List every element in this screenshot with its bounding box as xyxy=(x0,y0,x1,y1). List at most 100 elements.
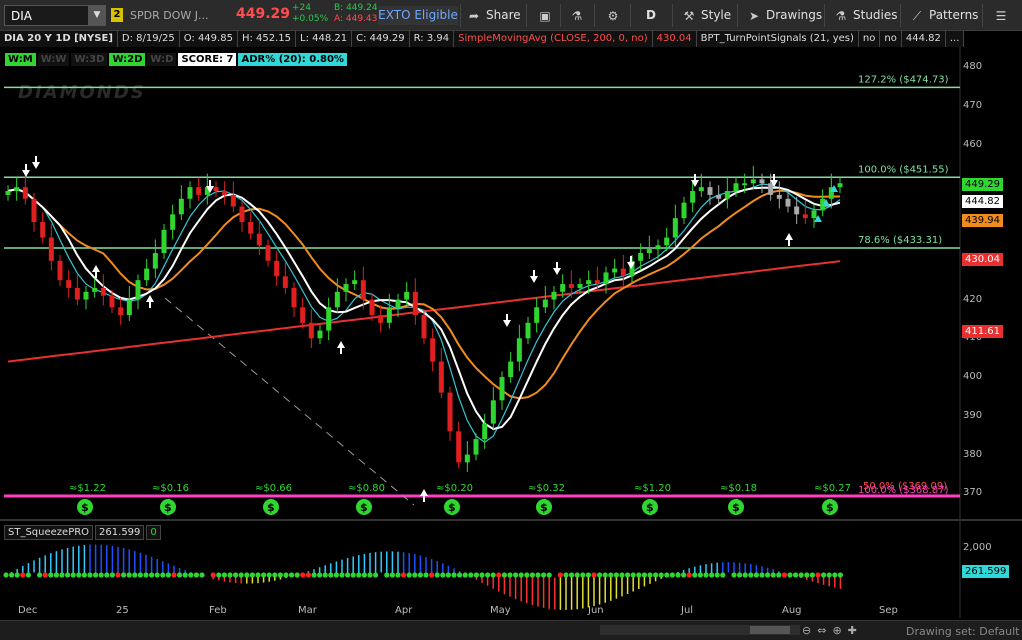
squeeze-dot xyxy=(641,572,648,578)
squeeze-dot xyxy=(574,572,580,578)
squeeze-dot xyxy=(793,572,799,578)
squeeze-dot xyxy=(440,572,446,578)
candle-body xyxy=(820,198,826,211)
link-group-badge[interactable]: 2 xyxy=(111,8,123,22)
squeeze-dot xyxy=(37,572,43,578)
lab-button[interactable]: ⚗ xyxy=(570,4,584,27)
squeeze-dot xyxy=(703,572,709,578)
toolbar-divider xyxy=(594,4,595,27)
squeeze-dot xyxy=(205,572,211,578)
squeeze-dot xyxy=(653,572,659,578)
squeeze-dot xyxy=(216,572,222,578)
candle-body xyxy=(74,287,80,300)
candle-body xyxy=(620,268,626,277)
arrow-down-icon xyxy=(206,180,214,193)
squeeze-dot xyxy=(210,572,216,578)
time-scrollbar[interactable] xyxy=(600,625,800,635)
studies-button[interactable]: ⚗ Studies xyxy=(834,4,898,27)
squeeze-dot xyxy=(104,572,110,578)
squeeze-dot xyxy=(821,572,827,578)
more-studies[interactable]: ... xyxy=(945,31,965,47)
price-chart[interactable]: DIAMONDS 127.2% ($474.73) 100.0% ($451.55… xyxy=(0,0,1022,640)
exto-eligible-button[interactable]: EXTO Eligible xyxy=(378,6,458,25)
style-label: Style xyxy=(701,8,732,22)
zoom-out-icon[interactable]: ⊖ xyxy=(802,624,817,637)
time-label: May xyxy=(490,605,511,616)
sma-study-value: 430.04 xyxy=(652,31,697,47)
candle-body xyxy=(300,307,306,323)
arrow-up-icon xyxy=(822,199,830,206)
squeeze-dot xyxy=(675,572,681,578)
moving-average-line xyxy=(7,183,841,443)
candlesticks xyxy=(5,165,843,473)
squeeze-axis-value: 261.599 xyxy=(962,565,1010,578)
squeeze-dot xyxy=(731,572,737,578)
dividend-icon xyxy=(77,499,93,515)
squeeze-dot xyxy=(160,572,166,578)
drawing-set-label[interactable]: Drawing set: Default xyxy=(906,625,1019,638)
score-tag: SCORE: 7 xyxy=(178,53,237,66)
candle-body xyxy=(187,187,193,199)
arrow-down-icon xyxy=(22,164,30,177)
squeeze-dot xyxy=(389,572,395,578)
scrollbar-thumb[interactable] xyxy=(750,626,790,634)
flask-icon: ⚗ xyxy=(571,8,583,23)
zoom-in-icon[interactable]: ⊕ xyxy=(832,624,847,637)
toolbar-divider xyxy=(824,4,825,27)
sma-study-label[interactable]: SimpleMovingAvg (CLOSE, 200, 0, no) xyxy=(454,31,653,47)
expand-icon[interactable]: ⇔ xyxy=(817,624,832,637)
arrow-up-icon xyxy=(830,185,838,192)
candle-body xyxy=(66,280,72,288)
toolbar-divider xyxy=(630,4,631,27)
candle-body xyxy=(525,322,531,339)
chevron-down-icon[interactable]: ▼ xyxy=(88,5,106,26)
patterns-button[interactable]: ⟋ Patterns xyxy=(910,4,979,27)
share-button[interactable]: ➦ Share xyxy=(467,4,521,27)
squeeze-dot xyxy=(608,572,614,578)
toolbar-divider xyxy=(560,4,561,27)
dividend-label: ≈$0.66 xyxy=(255,483,292,494)
squeeze-dot xyxy=(322,572,328,578)
squeeze-dot xyxy=(193,572,199,578)
squeeze-dot xyxy=(686,572,692,578)
bpt-param-1: no xyxy=(858,31,881,47)
squeeze-dot xyxy=(552,572,558,578)
candle-body xyxy=(196,187,202,195)
chart-menu-button[interactable]: ☰ xyxy=(994,4,1008,27)
dollar-icon: $ xyxy=(164,501,172,514)
squeeze-dot xyxy=(227,572,233,578)
trend-line[interactable] xyxy=(164,297,415,506)
crosshair-icon[interactable]: ✚ xyxy=(848,624,863,637)
squeeze-dot xyxy=(468,572,474,578)
squeeze-dot xyxy=(781,572,788,578)
pane-divider[interactable] xyxy=(0,519,1022,521)
chart-title[interactable]: DIA 20 Y 1D [NYSE] xyxy=(0,31,118,47)
squeeze-dot xyxy=(356,572,362,578)
change-value: +24 xyxy=(292,3,311,13)
squeeze-dot xyxy=(221,572,227,578)
candle-body xyxy=(681,202,687,219)
squeeze-dot xyxy=(115,572,121,578)
settings-button[interactable]: ⚙ xyxy=(606,4,620,27)
candle-body xyxy=(716,194,722,199)
period-button[interactable]: D xyxy=(646,4,656,27)
bpt-study-label[interactable]: BPT_TurnPointSignals (21, yes) xyxy=(696,31,859,47)
time-label: Apr xyxy=(395,605,413,616)
squeeze-dot xyxy=(373,572,379,578)
candle-body xyxy=(126,299,132,316)
drawings-button[interactable]: ➤ Drawings xyxy=(747,4,822,27)
zoom-controls[interactable]: ⊖⇔⊕✚ xyxy=(802,624,863,637)
dividend-label: ≈$0.16 xyxy=(152,483,189,494)
time-axis[interactable]: Dec 25 Feb Mar Apr May Jun Jul Aug Sep xyxy=(0,603,960,619)
candle-body xyxy=(360,280,366,300)
candle-body xyxy=(161,229,167,254)
style-button[interactable]: ⚒ Style xyxy=(682,4,732,27)
squeeze-dot xyxy=(557,572,564,578)
squeeze-title[interactable]: ST_SqueezePRO xyxy=(4,525,94,540)
price-axis-label: 460 xyxy=(963,138,983,150)
snapshot-button[interactable]: ▣ xyxy=(538,4,552,27)
squeeze-dot xyxy=(625,572,631,578)
time-label: Jul xyxy=(681,605,694,616)
toolbar-divider xyxy=(526,4,527,27)
candle-body xyxy=(664,237,670,246)
